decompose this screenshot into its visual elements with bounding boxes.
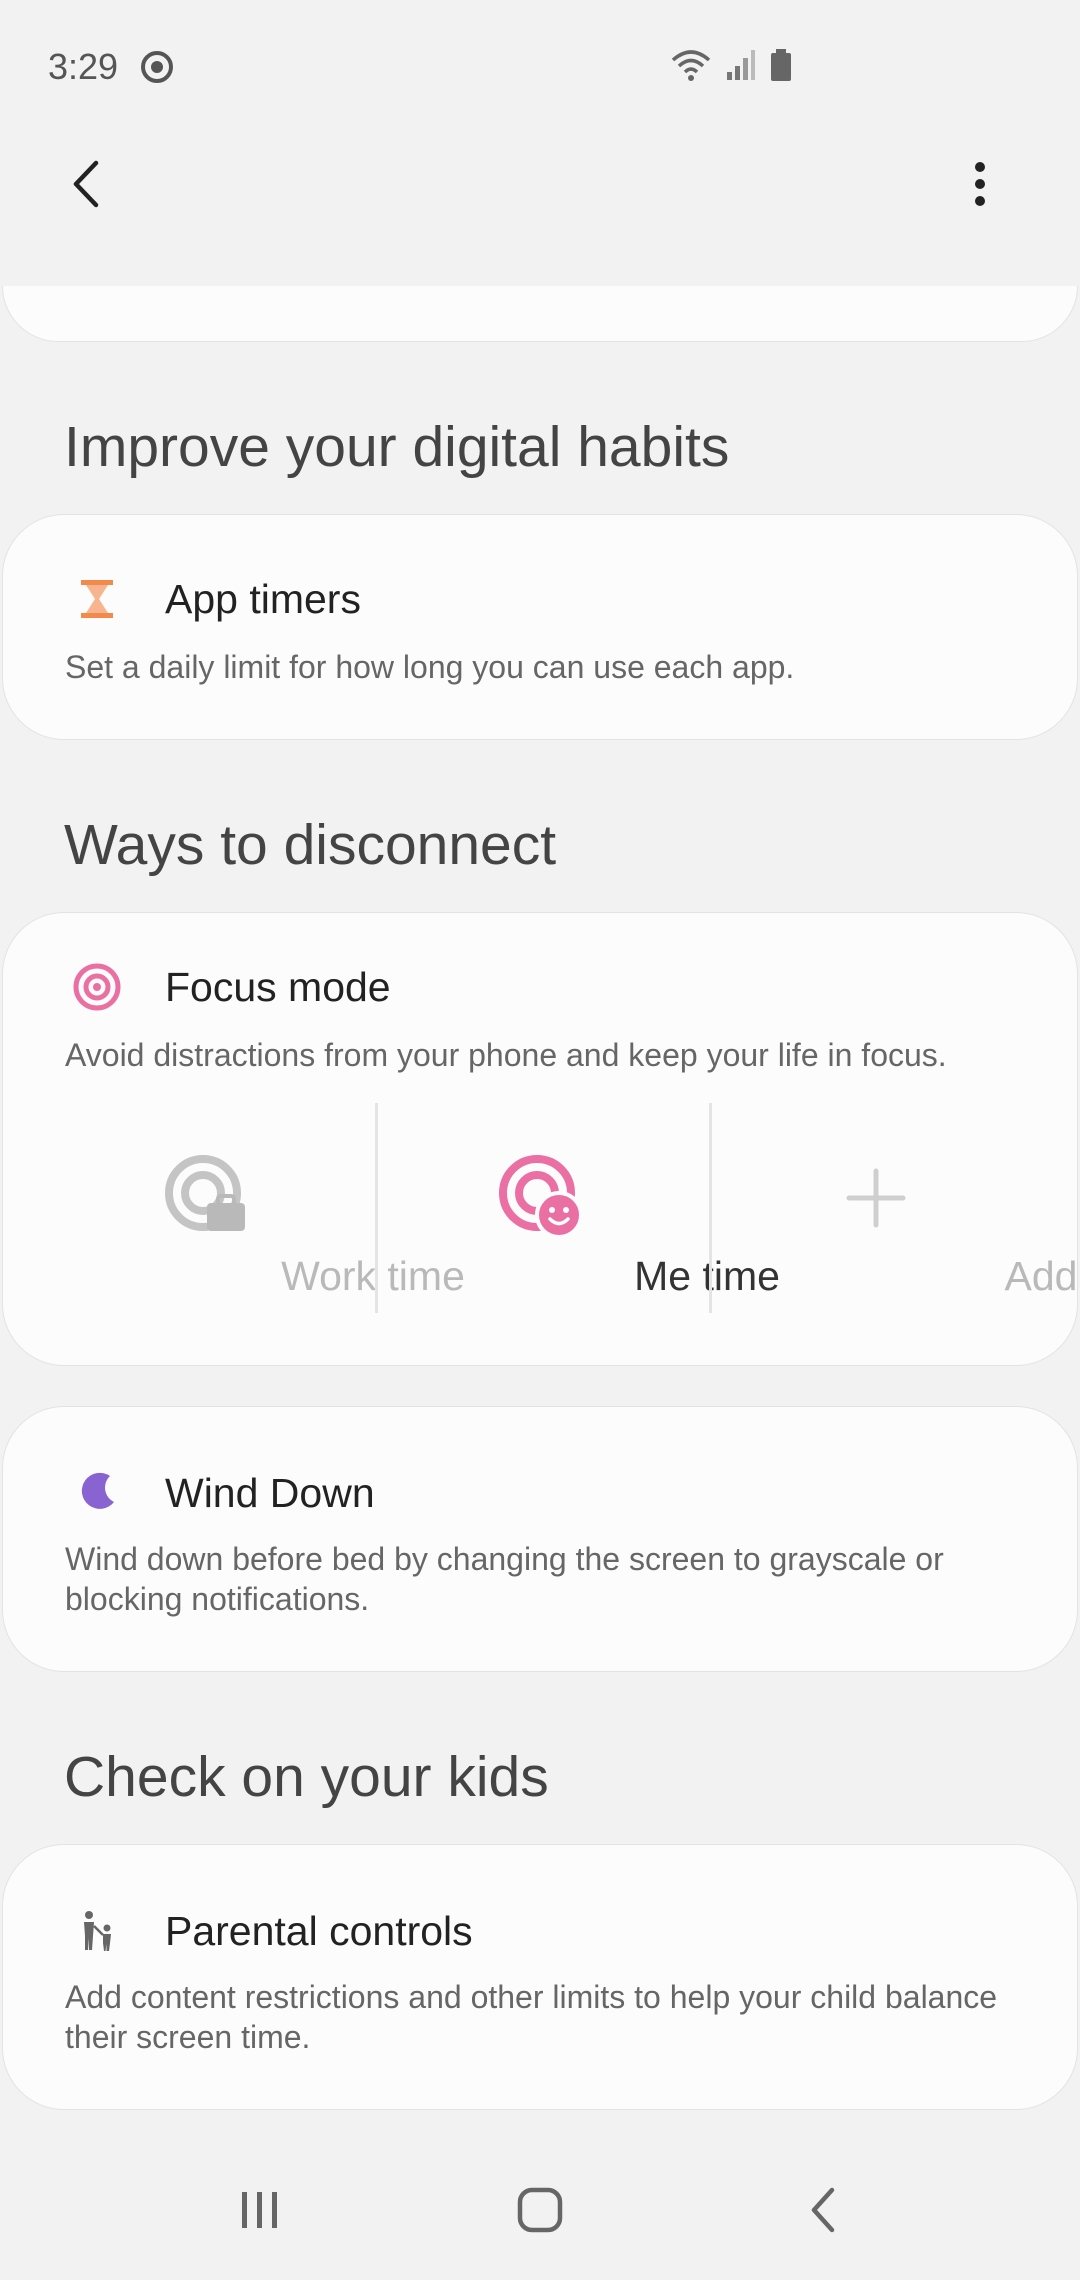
section-title-disconnect: Ways to disconnect bbox=[64, 813, 557, 877]
app-timers-card[interactable]: App timers Set a daily limit for how lon… bbox=[2, 514, 1078, 740]
app-timers-header: App timers bbox=[73, 575, 361, 623]
mode-add[interactable]: Add bbox=[711, 1103, 1077, 1313]
more-options-button[interactable] bbox=[950, 154, 1010, 214]
home-icon bbox=[517, 2187, 563, 2233]
wind-down-title: Wind Down bbox=[165, 1469, 375, 1516]
target-icon bbox=[73, 963, 121, 1011]
recent-apps-icon bbox=[242, 2192, 277, 2228]
focus-mode-description: Avoid distractions from your phone and k… bbox=[65, 1037, 947, 1073]
parent-child-icon bbox=[73, 1907, 121, 1955]
home-button[interactable] bbox=[500, 2180, 580, 2240]
focus-mode-title: Focus mode bbox=[165, 963, 391, 1010]
focus-mode-card: Focus mode Avoid distractions from your … bbox=[2, 912, 1078, 1366]
status-bar: 3:29 bbox=[0, 0, 1080, 130]
focus-mode-header[interactable]: Focus mode bbox=[73, 963, 391, 1011]
parental-controls-title: Parental controls bbox=[165, 1907, 473, 1954]
back-button[interactable] bbox=[56, 154, 116, 214]
wifi-icon bbox=[670, 48, 712, 87]
parental-controls-card[interactable]: Parental controls Add content restrictio… bbox=[2, 1844, 1078, 2110]
status-time: 3:29 bbox=[48, 46, 119, 87]
plus-icon bbox=[831, 1153, 921, 1243]
app-timers-description: Set a daily limit for how long you can u… bbox=[65, 649, 795, 685]
signal-icon bbox=[726, 48, 756, 87]
moon-icon bbox=[73, 1469, 121, 1517]
previous-card-bottom bbox=[2, 286, 1078, 342]
section-title-kids: Check on your kids bbox=[64, 1745, 549, 1809]
section-title-improve: Improve your digital habits bbox=[64, 415, 730, 479]
more-vertical-icon bbox=[975, 162, 985, 206]
work-time-icon bbox=[163, 1153, 253, 1243]
status-icons bbox=[670, 48, 792, 87]
app-timers-title: App timers bbox=[165, 575, 361, 622]
chevron-left-icon bbox=[73, 160, 99, 208]
screen-recorder-icon bbox=[140, 50, 174, 84]
mode-work-time[interactable]: Work time bbox=[43, 1103, 465, 1313]
battery-icon bbox=[770, 48, 792, 87]
parental-controls-header: Parental controls bbox=[73, 1907, 473, 1955]
wind-down-description: Wind down before bed by changing the scr… bbox=[65, 1541, 944, 1617]
hourglass-icon bbox=[73, 575, 121, 623]
system-navigation-bar bbox=[0, 2140, 1080, 2280]
add-label: Add bbox=[1004, 1253, 1078, 1299]
focus-mode-options: Work time Me time Add bbox=[3, 1103, 1079, 1313]
parental-controls-description: Add content restrictions and other limit… bbox=[65, 1979, 998, 2055]
back-icon bbox=[811, 2187, 835, 2233]
app-bar bbox=[0, 130, 1080, 260]
recent-apps-button[interactable] bbox=[220, 2180, 300, 2240]
mode-me-time[interactable]: Me time bbox=[377, 1103, 780, 1313]
me-time-icon bbox=[497, 1153, 587, 1243]
wind-down-card[interactable]: Wind Down Wind down before bed by changi… bbox=[2, 1406, 1078, 1672]
wind-down-header: Wind Down bbox=[73, 1469, 375, 1517]
nav-back-button[interactable] bbox=[784, 2180, 864, 2240]
